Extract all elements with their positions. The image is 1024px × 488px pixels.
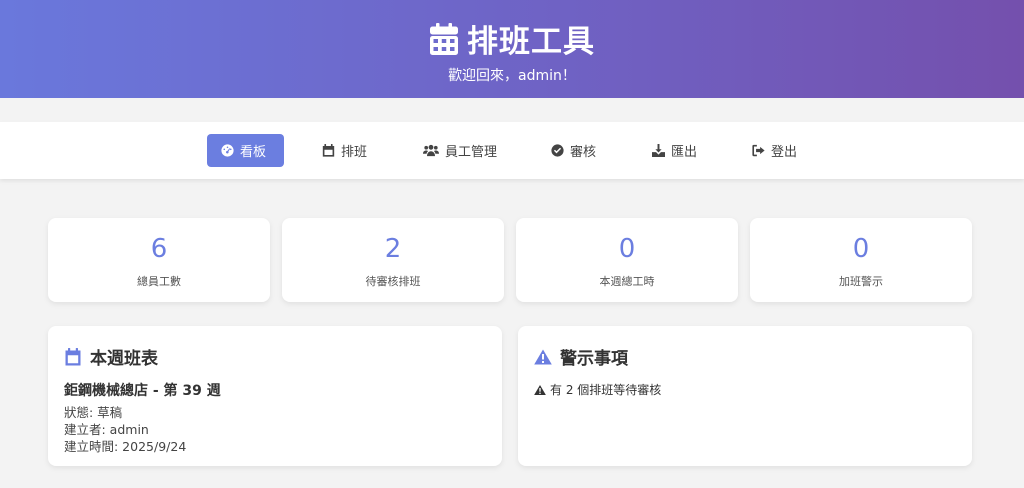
stat-card-overtime-alerts: 0 加班警示 <box>750 218 972 302</box>
week-schedule-title-text: 本週班表 <box>90 349 158 369</box>
stat-value: 0 <box>618 234 636 264</box>
stat-value: 2 <box>384 234 402 264</box>
stat-label: 本週總工時 <box>599 275 655 288</box>
app-title: 排班工具 <box>467 24 595 60</box>
stat-label: 總員工數 <box>137 275 181 288</box>
calendar-icon <box>430 22 458 55</box>
stat-value: 6 <box>150 234 168 264</box>
sign-out-icon <box>752 144 765 157</box>
nav-label-review: 審核 <box>570 145 597 160</box>
nav-item-dashboard[interactable]: 看板 <box>207 134 284 167</box>
alert-item-text: 有 2 個排班等待審核 <box>550 383 662 397</box>
download-icon <box>652 144 665 157</box>
nav-label-dashboard: 看板 <box>240 145 267 160</box>
alerts-title-text: 警示事項 <box>560 349 628 369</box>
main-nav: 看板 排班 員工管理 審核 匯出 登出 <box>0 122 1024 179</box>
users-icon <box>423 144 439 157</box>
stat-card-total-employees: 6 總員工數 <box>48 218 270 302</box>
alerts-title: 警示事項 <box>534 344 628 369</box>
calendar-icon <box>322 144 335 157</box>
stat-value: 0 <box>852 234 870 264</box>
nav-label-employees: 員工管理 <box>445 145 498 160</box>
stat-label: 加班警示 <box>839 275 883 288</box>
check-circle-icon <box>551 144 564 157</box>
nav-item-review[interactable]: 審核 <box>537 134 610 167</box>
app-header: 排班工具 歡迎回來，admin！ <box>0 0 1024 98</box>
warning-triangle-icon <box>534 349 552 364</box>
welcome-message: 歡迎回來，admin！ <box>448 68 576 84</box>
schedule-created-at: 建立時間: 2025/9/24 <box>64 439 187 454</box>
nav-item-employees[interactable]: 員工管理 <box>409 134 511 167</box>
stat-label: 待審核排班 <box>365 275 421 288</box>
schedule-name[interactable]: 鉅鋼機械總店 - 第 39 週 <box>64 380 221 400</box>
app-title-row: 排班工具 <box>0 16 1024 61</box>
stat-card-pending-schedules: 2 待審核排班 <box>282 218 504 302</box>
alert-item: 有 2 個排班等待審核 <box>534 381 661 398</box>
warning-triangle-icon <box>534 384 546 395</box>
alerts-panel: 警示事項 有 2 個排班等待審核 <box>518 326 972 466</box>
dashboard-gauge-icon <box>221 144 234 157</box>
nav-label-logout: 登出 <box>771 145 798 160</box>
week-schedule-panel: 本週班表 鉅鋼機械總店 - 第 39 週 狀態: 草稿 建立者: admin 建… <box>48 326 502 466</box>
nav-item-logout[interactable]: 登出 <box>738 134 811 167</box>
calendar-icon <box>65 347 81 365</box>
nav-item-schedule[interactable]: 排班 <box>308 134 381 167</box>
nav-label-schedule: 排班 <box>341 145 368 160</box>
week-schedule-title: 本週班表 <box>64 344 158 369</box>
stat-card-weekly-hours: 0 本週總工時 <box>516 218 738 302</box>
nav-label-export: 匯出 <box>671 145 698 160</box>
nav-item-export[interactable]: 匯出 <box>638 134 711 167</box>
